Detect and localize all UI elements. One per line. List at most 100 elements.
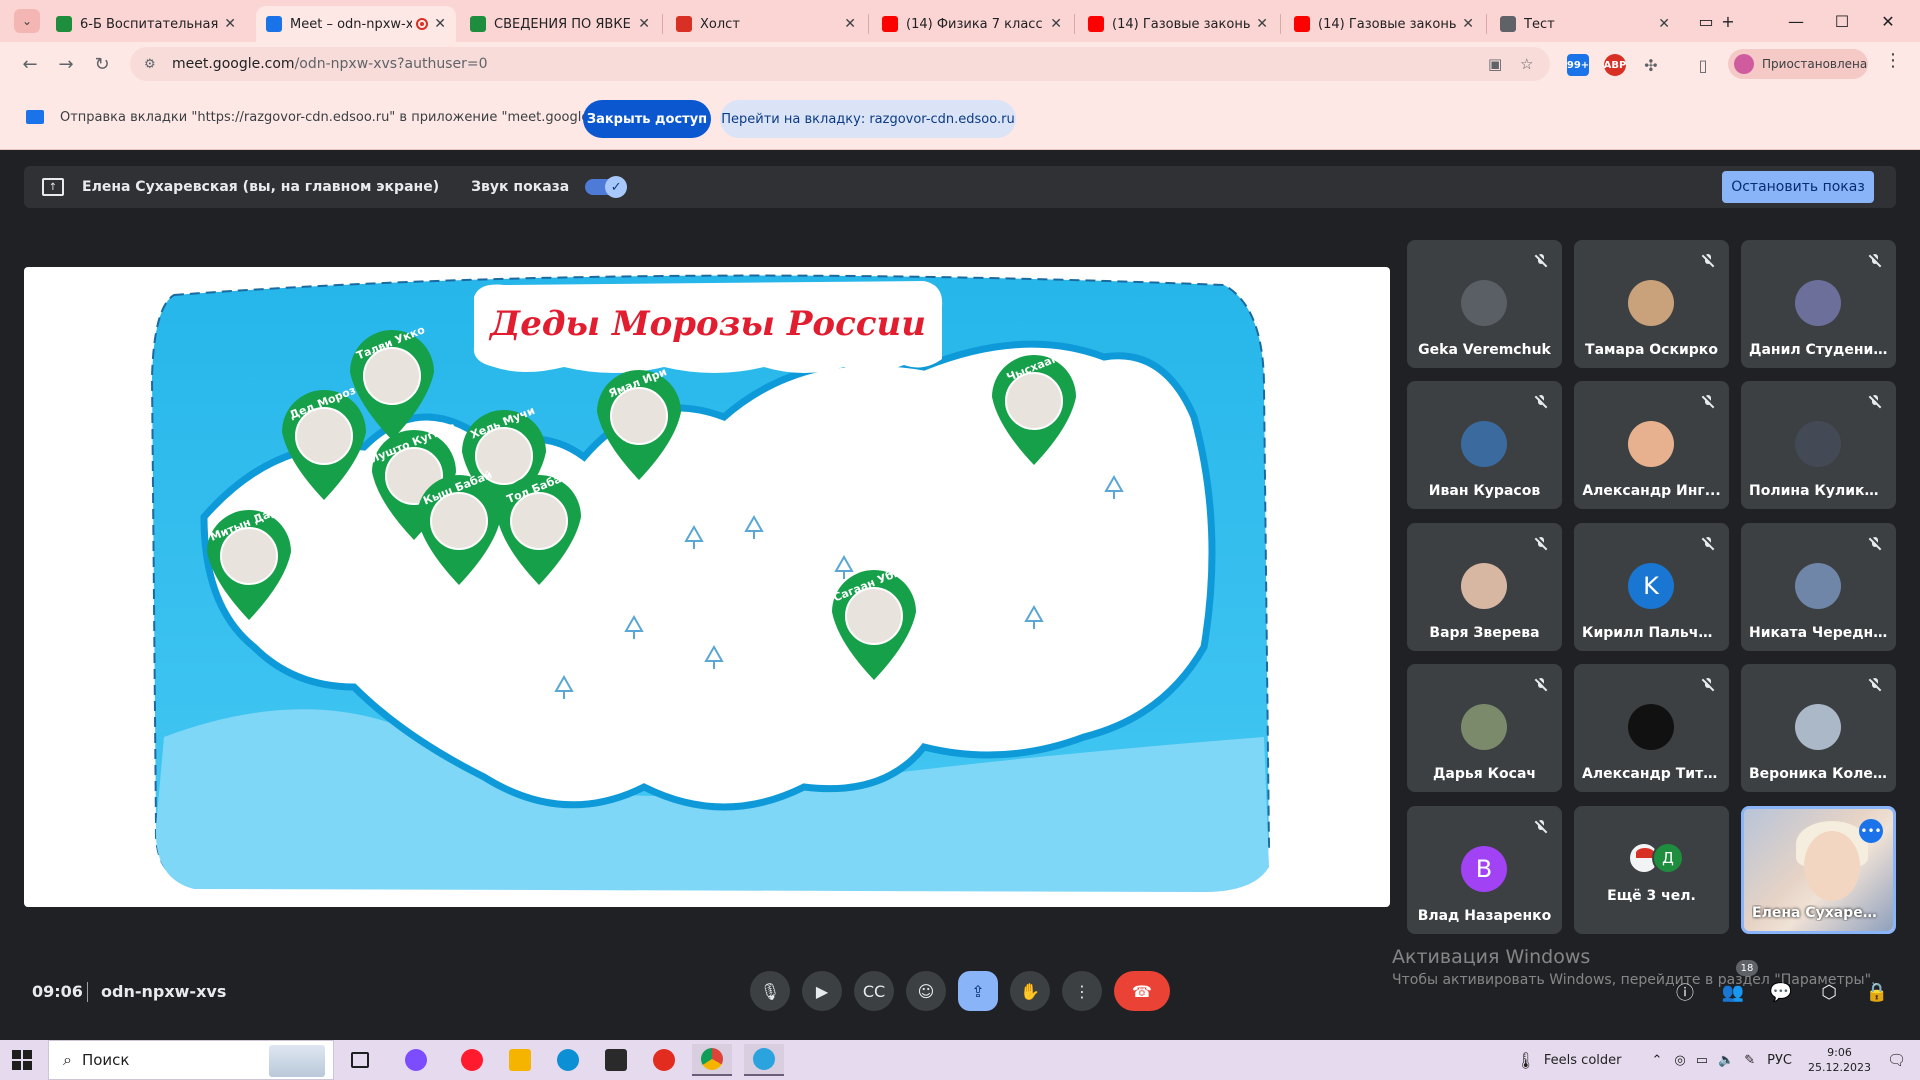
browser-tab[interactable]: (14) Газовые законы - Yo ✕ <box>1078 6 1278 42</box>
file-explorer-icon[interactable] <box>500 1044 540 1076</box>
minimize-button[interactable]: — <box>1774 6 1818 36</box>
task-view-icon[interactable] <box>340 1044 380 1076</box>
language-indicator[interactable]: РУС <box>1767 1053 1792 1068</box>
tab-title: Тест <box>1524 16 1555 32</box>
participant-tile[interactable]: Александр Титов <box>1574 664 1729 792</box>
check-icon: ✓ <box>605 176 628 198</box>
adblock-icon[interactable]: ABP <box>1604 54 1626 76</box>
present-now-icon[interactable]: ⇪ <box>958 971 998 1011</box>
weather-text[interactable]: Feels colder <box>1544 1053 1622 1068</box>
close-tab-icon[interactable]: ✕ <box>1462 16 1474 32</box>
emoji-reaction-icon[interactable]: ☺ <box>906 971 946 1011</box>
telegram-icon[interactable] <box>744 1044 784 1076</box>
close-tab-icon[interactable]: ✕ <box>638 16 650 32</box>
pen-icon[interactable]: ✎ <box>1744 1053 1755 1068</box>
mic-off-icon <box>1868 254 1882 268</box>
close-tab-icon[interactable]: ✕ <box>434 16 446 32</box>
site-info-icon[interactable]: ⚙ <box>144 57 160 72</box>
share-audio-toggle[interactable]: ✓ <box>585 176 628 198</box>
browser-tab[interactable]: СВЕДЕНИЯ ПО ЯВКЕ - Go ✕ <box>460 6 660 42</box>
profile-avatar <box>1734 54 1754 74</box>
address-bar[interactable]: ⚙ meet.google.com/odn-npxw-xvs?authuser=… <box>130 47 1550 81</box>
browser-tab[interactable]: (14) Физика 7 класс (Уро ✕ <box>872 6 1072 42</box>
browser-menu-icon[interactable]: ⋮ <box>1884 50 1902 71</box>
tray-chevron-icon[interactable]: ⌃ <box>1651 1053 1662 1068</box>
camera-icon[interactable]: ▶ <box>802 971 842 1011</box>
more-options-icon[interactable]: ⋮ <box>1062 971 1102 1011</box>
tab-separator <box>1074 14 1075 34</box>
network-icon[interactable]: ▭ <box>1696 1053 1708 1068</box>
stop-sharing-button[interactable]: Закрыть доступ <box>583 100 711 138</box>
maximize-button[interactable]: ☐ <box>1820 6 1864 36</box>
profile-button[interactable]: Приостановлена <box>1728 49 1868 79</box>
forward-button[interactable]: → <box>52 50 80 78</box>
watermark-subtitle: Чтобы активировать Windows, перейдите в … <box>1392 972 1876 988</box>
participant-tile[interactable]: Полина Куликова <box>1741 381 1896 509</box>
tab-search-button[interactable]: ⌄ <box>14 9 40 33</box>
participant-name: Данил Студени... <box>1749 342 1888 358</box>
extension-badge-icon[interactable]: 99+ <box>1567 54 1589 76</box>
windows-start-icon[interactable] <box>12 1050 32 1070</box>
slide-title: Деды Морозы России <box>488 304 926 344</box>
bookmark-star-icon[interactable]: ☆ <box>1520 55 1533 73</box>
close-tab-icon[interactable]: ✕ <box>1256 16 1268 32</box>
stacked-avatars: Д <box>1628 842 1688 874</box>
reload-button[interactable]: ↻ <box>88 50 116 78</box>
close-tab-icon[interactable]: ✕ <box>1658 16 1670 32</box>
yandex-icon[interactable] <box>644 1044 684 1076</box>
participant-tile[interactable]: Тамара Оскирко <box>1574 240 1729 368</box>
raise-hand-icon[interactable]: ✋ <box>1010 971 1050 1011</box>
participant-tile[interactable]: Иван Курасов <box>1407 381 1562 509</box>
close-window-button[interactable]: ✕ <box>1866 6 1910 36</box>
close-tab-icon[interactable]: ✕ <box>1050 16 1062 32</box>
participant-tile[interactable]: K Кирилл Пальчи... <box>1574 523 1729 651</box>
self-video-tile[interactable]: ••• Елена Сухаревс... <box>1741 806 1896 934</box>
browser-tab[interactable]: 6-Б Воспитательная раб ✕ <box>46 6 246 42</box>
participant-tile[interactable]: Варя Зверева <box>1407 523 1562 651</box>
more-participants-tile[interactable]: Д Ещё 3 чел. <box>1574 806 1729 934</box>
tile-more-options-icon[interactable]: ••• <box>1859 819 1883 843</box>
close-tab-icon[interactable]: ✕ <box>224 16 236 32</box>
taskbar-clock[interactable]: 9:06 25.12.2023 <box>1808 1045 1871 1075</box>
notifications-icon[interactable]: 🗨 <box>1887 1051 1906 1069</box>
new-tab-button[interactable]: + <box>1706 6 1750 36</box>
webcam-tray-icon[interactable]: ◎ <box>1674 1053 1685 1068</box>
avatar <box>1795 421 1841 467</box>
present-screen-icon: ↑ <box>42 178 64 196</box>
browser-tab[interactable]: Холст ✕ <box>666 6 866 42</box>
chrome-icon[interactable] <box>692 1044 732 1076</box>
participant-tile[interactable]: Данил Студени... <box>1741 240 1896 368</box>
canvas-icon <box>676 16 692 32</box>
switch-to-shared-tab-button[interactable]: Перейти на вкладку: razgovor-cdn.edsoo.r… <box>720 100 1016 138</box>
back-button[interactable]: ← <box>16 50 44 78</box>
extensions-puzzle-icon[interactable]: ✣ <box>1640 54 1662 76</box>
store-icon[interactable] <box>596 1044 636 1076</box>
browser-tab[interactable]: Meet – odn-npxw-xvs ✕ <box>256 6 456 42</box>
browser-tab[interactable]: Тест ✕ <box>1490 6 1680 42</box>
tab-separator <box>868 14 869 34</box>
stop-presenting-button[interactable]: Остановить показ <box>1722 171 1874 203</box>
share-audio-label: Звук показа <box>471 179 570 195</box>
participant-tile[interactable]: Никата Чередни... <box>1741 523 1896 651</box>
edge-icon[interactable] <box>548 1044 588 1076</box>
microphone-icon[interactable]: 🎙 <box>750 971 790 1011</box>
camera-in-use-icon[interactable]: ▣ <box>1488 55 1502 73</box>
browser-tab[interactable]: (14) Газовые законы от г ✕ <box>1284 6 1484 42</box>
taskbar-search-box[interactable]: ⌕ Поиск <box>48 1040 334 1080</box>
meeting-clock: 09:06 <box>32 982 83 1001</box>
opera-icon[interactable] <box>452 1044 492 1076</box>
participant-name: Александр Инг... <box>1582 483 1721 499</box>
participant-tile[interactable]: Вероника Колес... <box>1741 664 1896 792</box>
leave-call-icon[interactable]: ☎ <box>1114 971 1170 1011</box>
participant-tile[interactable]: Geka Veremchuk <box>1407 240 1562 368</box>
side-panel-icon[interactable]: ▯ <box>1692 54 1714 76</box>
participant-tile[interactable]: B Влад Назаренко <box>1407 806 1562 934</box>
close-tab-icon[interactable]: ✕ <box>844 16 856 32</box>
participant-tile[interactable]: Александр Инг... <box>1574 381 1729 509</box>
captions-icon[interactable]: CC <box>854 971 894 1011</box>
youtube-icon <box>1294 16 1310 32</box>
tab-separator <box>1280 14 1281 34</box>
participant-tile[interactable]: Дарья Косач <box>1407 664 1562 792</box>
assistant-app-icon[interactable] <box>396 1044 436 1076</box>
volume-icon[interactable]: 🔈 <box>1718 1053 1734 1068</box>
